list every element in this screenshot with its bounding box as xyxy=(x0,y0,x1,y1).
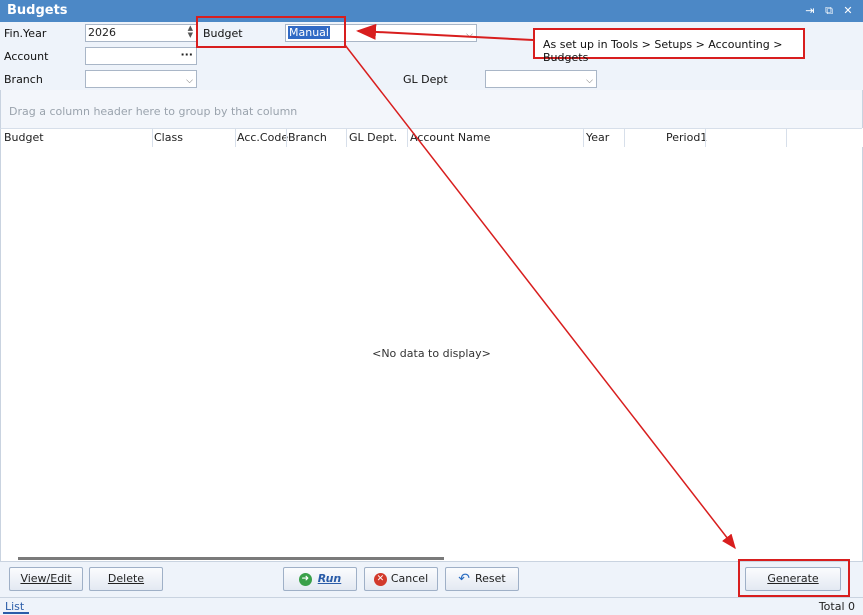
arrow-to-generate-button xyxy=(344,44,736,550)
annotation-arrows xyxy=(344,23,736,550)
arrow-to-budget-field xyxy=(356,23,534,41)
